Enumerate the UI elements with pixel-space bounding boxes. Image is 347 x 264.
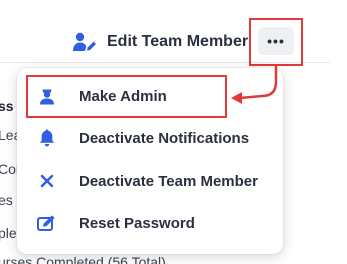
close-icon	[37, 171, 57, 191]
menu-item-label: Deactivate Notifications	[79, 129, 250, 147]
edit-password-icon	[37, 213, 57, 233]
user-edit-icon	[73, 32, 97, 52]
menu-item-make-admin[interactable]: Make Admin	[17, 76, 283, 116]
options-menu: Make Admin Deactivate Notifications Deac…	[17, 68, 283, 254]
bell-icon	[37, 128, 57, 148]
edit-team-member-button[interactable]: Edit Team Member	[73, 30, 248, 54]
background-text: es	[0, 192, 13, 208]
admin-user-icon	[37, 86, 57, 106]
page: ss Lea Cor es ple urses Completed (56 To…	[0, 0, 347, 264]
header-divider	[0, 62, 330, 63]
more-options-button[interactable]: •••	[258, 27, 294, 55]
edit-team-member-label: Edit Team Member	[107, 33, 249, 50]
menu-item-deactivate-team-member[interactable]: Deactivate Team Member	[17, 161, 283, 201]
background-text: ple	[0, 225, 17, 241]
background-text: ss	[0, 98, 14, 114]
menu-item-label: Make Admin	[79, 87, 167, 105]
menu-item-deactivate-notifications[interactable]: Deactivate Notifications	[17, 118, 283, 158]
menu-item-label: Deactivate Team Member	[79, 172, 258, 190]
menu-item-label: Reset Password	[79, 214, 195, 232]
menu-item-reset-password[interactable]: Reset Password	[17, 203, 283, 243]
courses-completed-text: urses Completed (56 Total)	[0, 254, 166, 264]
